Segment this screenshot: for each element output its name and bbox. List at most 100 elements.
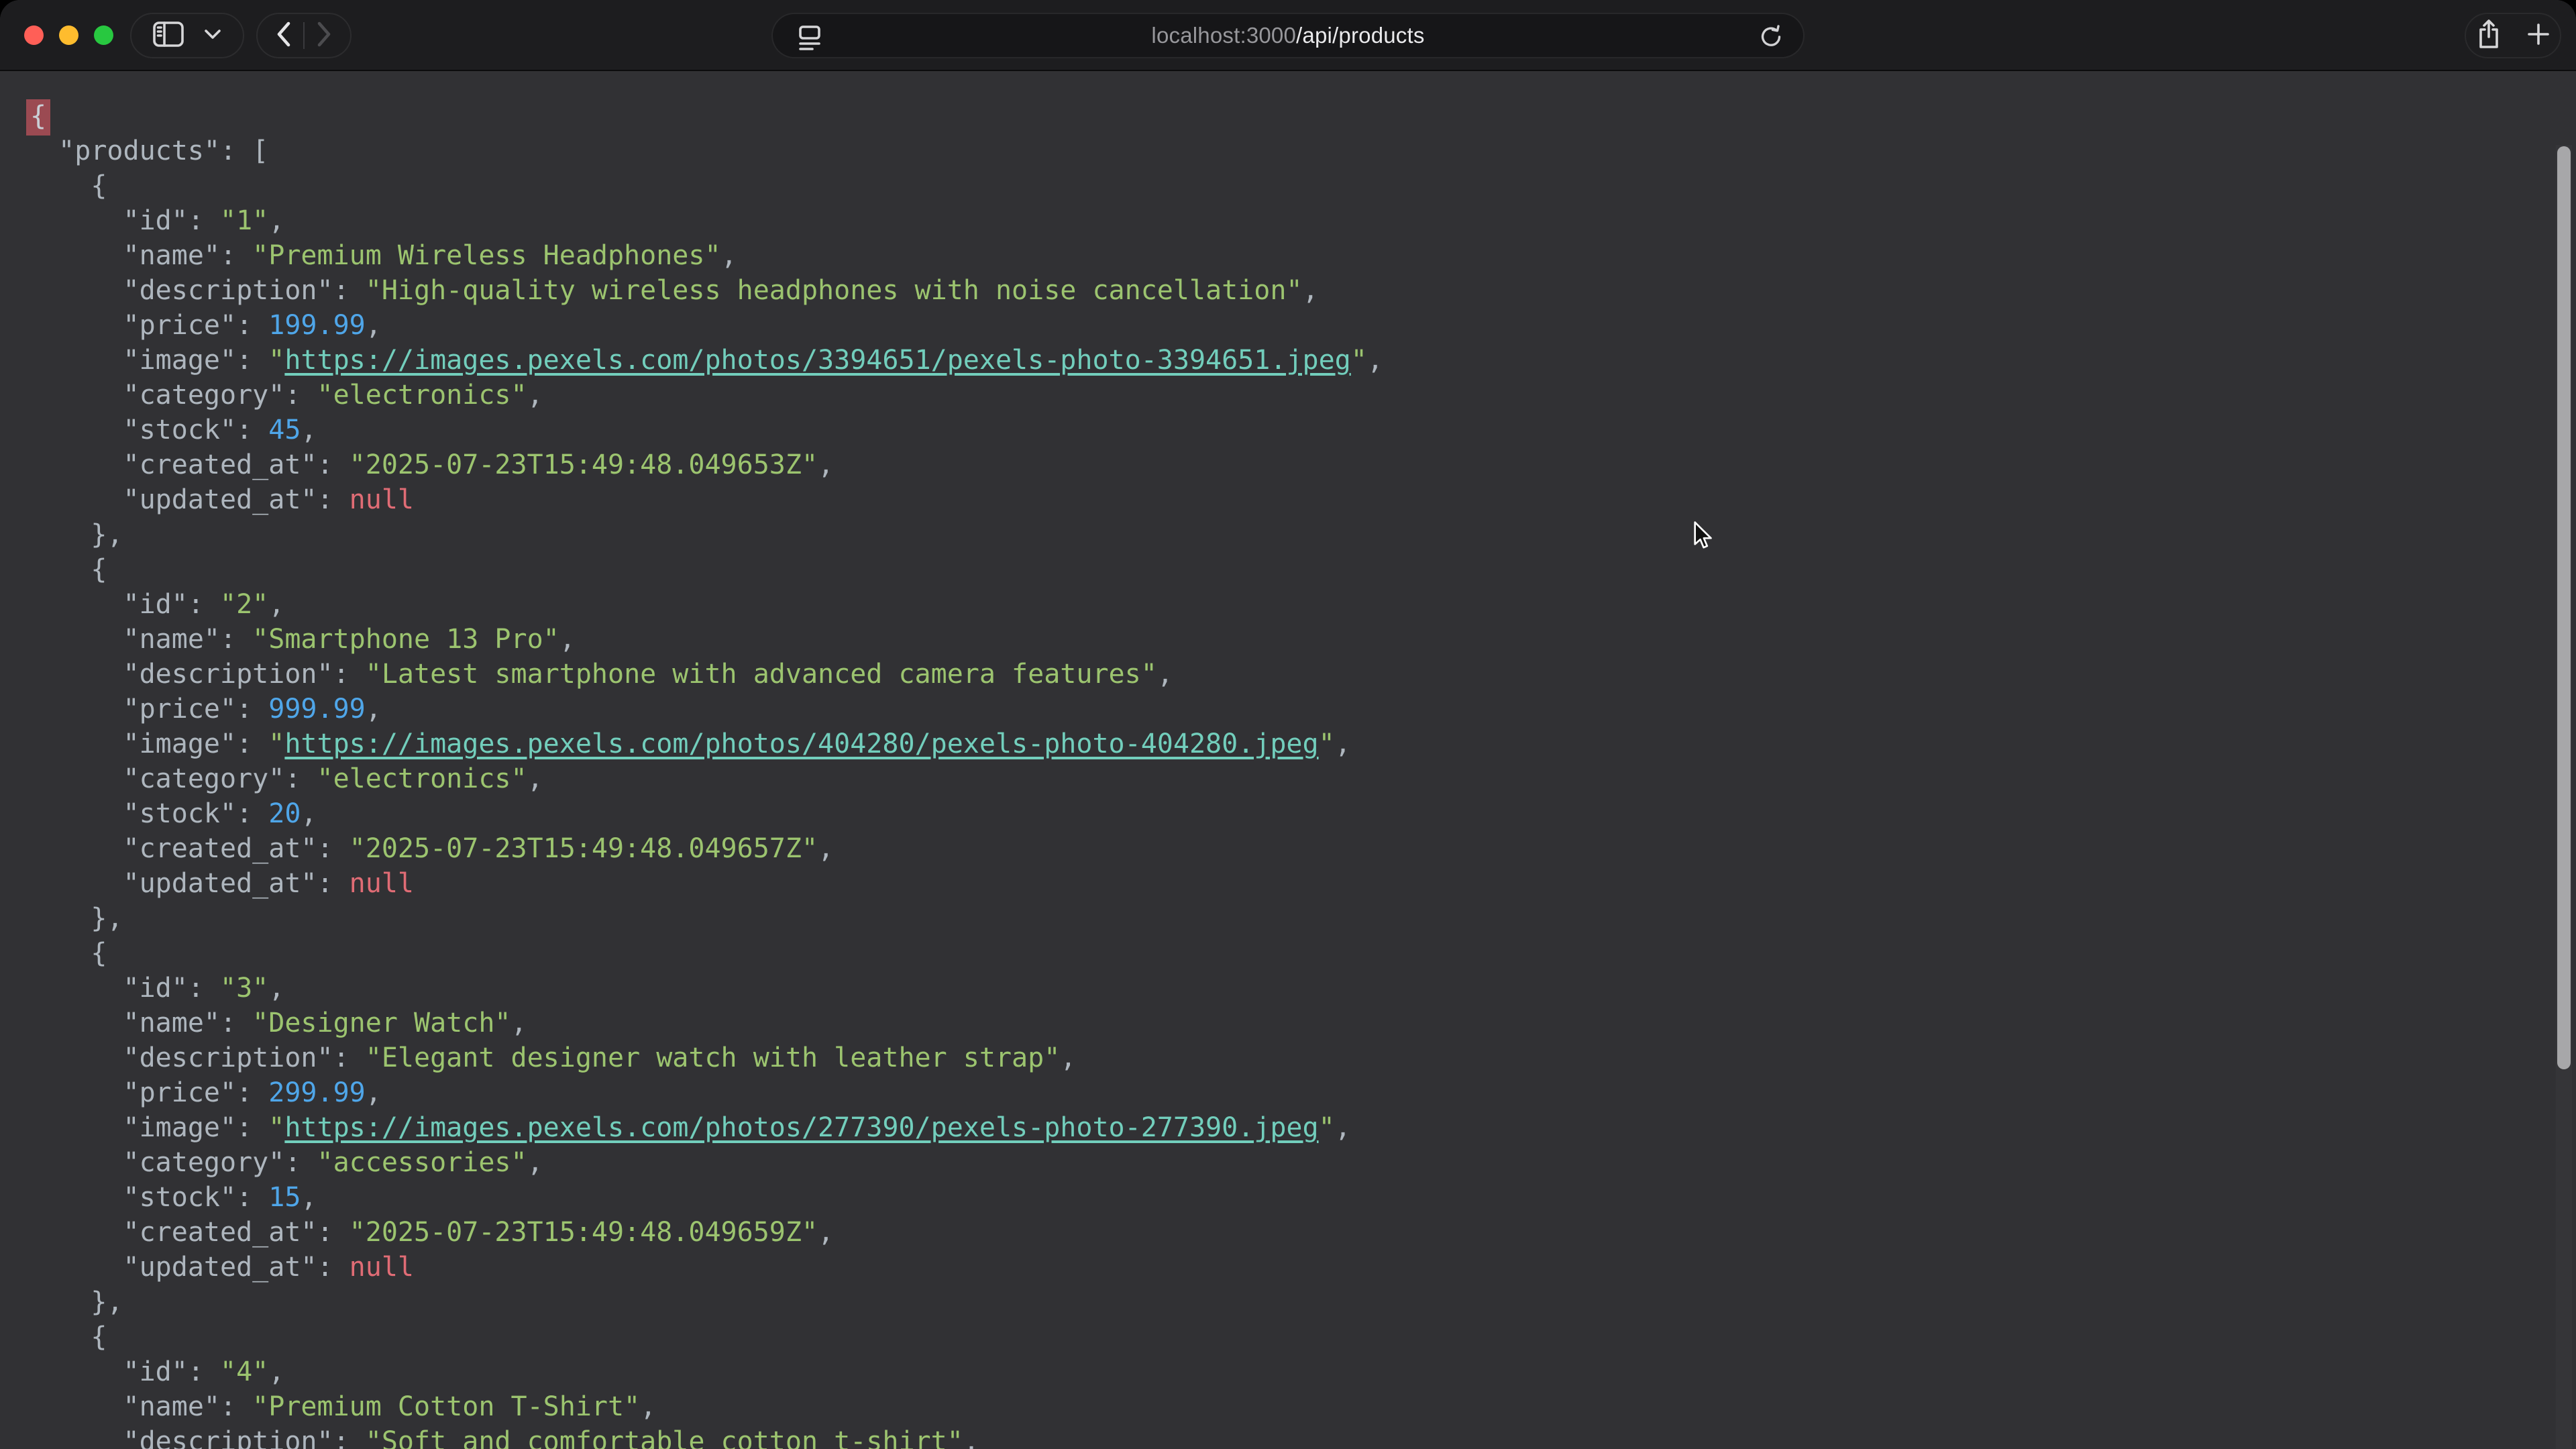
back-icon[interactable] (275, 21, 292, 51)
json-token: : (284, 763, 317, 794)
json-token: , (268, 589, 284, 620)
json-token: , (366, 310, 382, 341)
json-key: "name" (123, 240, 221, 271)
json-key: "created_at" (123, 833, 317, 864)
json-token (26, 275, 123, 306)
sidebar-icon[interactable] (153, 21, 184, 50)
json-string: "Elegant designer watch with leather str… (366, 1042, 1061, 1073)
toolbar: localhost:3000/api/products (0, 0, 2576, 71)
json-token (26, 1217, 123, 1248)
chevron-down-icon[interactable] (204, 29, 221, 43)
json-token (26, 345, 123, 376)
json-token (26, 833, 123, 864)
json-string: "High-quality wireless headphones with n… (366, 275, 1303, 306)
json-string: "2025-07-23T15:49:48.049659Z" (350, 1217, 818, 1248)
json-key: "stock" (123, 415, 237, 445)
toolbar-right-group (2465, 13, 2561, 58)
json-token: : (220, 240, 252, 271)
json-token: : (236, 1077, 268, 1108)
zoom-button[interactable] (94, 25, 113, 45)
json-key: "name" (123, 1391, 221, 1422)
json-key: "id" (123, 1356, 188, 1387)
json-key: "description" (123, 659, 333, 690)
scrollbar-thumb[interactable] (2557, 146, 2571, 1069)
json-key: "stock" (123, 798, 237, 829)
json-token: : (188, 1356, 220, 1387)
image-url-link[interactable]: https://images.pexels.com/photos/277390/… (284, 1112, 1318, 1143)
json-token: " (268, 1112, 284, 1143)
json-key: "id" (123, 205, 188, 236)
share-icon[interactable] (2475, 19, 2502, 53)
close-button[interactable] (24, 25, 44, 45)
json-token: , (301, 798, 317, 829)
json-token: : (236, 345, 268, 376)
json-key: "description" (123, 1426, 333, 1449)
json-token (26, 1391, 123, 1422)
json-token (26, 415, 123, 445)
json-token (26, 624, 123, 655)
json-token: { (26, 554, 107, 585)
json-key: "category" (123, 1147, 285, 1178)
address-bar[interactable]: localhost:3000/api/products (771, 13, 1805, 58)
browser-window: localhost:3000/api/products (0, 0, 2576, 1449)
json-token (26, 1426, 123, 1449)
json-token: " (1319, 1112, 1335, 1143)
new-tab-icon[interactable] (2526, 22, 2551, 50)
json-string: "Latest smartphone with advanced camera … (366, 659, 1157, 690)
json-key: "products" (58, 136, 220, 166)
json-token: : (188, 973, 220, 1004)
json-number: 199.99 (268, 310, 366, 341)
json-token: { (26, 938, 107, 969)
json-token (26, 589, 123, 620)
json-token: }, (26, 903, 123, 934)
json-key: "name" (123, 624, 221, 655)
json-number: 15 (268, 1182, 301, 1213)
forward-icon[interactable] (315, 21, 333, 51)
json-token: , (640, 1391, 656, 1422)
json-null: null (350, 868, 414, 899)
json-token: " (268, 345, 284, 376)
json-token (26, 763, 123, 794)
json-key: "id" (123, 589, 188, 620)
json-key: "updated_at" (123, 484, 317, 515)
json-token: : (284, 380, 317, 411)
json-token: : (317, 833, 349, 864)
json-string: "electronics" (317, 763, 527, 794)
json-string: "Premium Cotton T-Shirt" (252, 1391, 640, 1422)
json-token (26, 484, 123, 515)
json-token: , (1367, 345, 1383, 376)
json-token: { (26, 170, 107, 201)
json-token (26, 380, 123, 411)
json-string: "3" (220, 973, 268, 1004)
json-token: : (236, 729, 268, 759)
open-brace-highlight: { (26, 99, 50, 136)
json-string: "2025-07-23T15:49:48.049653Z" (350, 449, 818, 480)
json-key: "category" (123, 763, 285, 794)
json-number: 299.99 (268, 1077, 366, 1108)
json-string: "Soft and comfortable cotton t-shirt" (366, 1426, 963, 1449)
json-token: , (301, 415, 317, 445)
json-token: : (188, 205, 220, 236)
image-url-link[interactable]: https://images.pexels.com/photos/3394651… (284, 345, 1350, 376)
reload-icon[interactable] (1756, 22, 1786, 55)
image-url-link[interactable]: https://images.pexels.com/photos/404280/… (284, 729, 1318, 759)
json-key: "price" (123, 1077, 237, 1108)
json-token (26, 1112, 123, 1143)
json-number: 999.99 (268, 694, 366, 724)
json-token (26, 868, 123, 899)
json-token (26, 1042, 123, 1073)
minimize-button[interactable] (59, 25, 78, 45)
json-token: , (559, 624, 576, 655)
json-token (26, 1182, 123, 1213)
json-token: : (317, 449, 349, 480)
json-token: : (236, 310, 268, 341)
json-token: : (333, 1042, 366, 1073)
json-token: : (317, 1252, 349, 1283)
json-key: "price" (123, 694, 237, 724)
address-url[interactable]: localhost:3000/api/products (773, 14, 1803, 57)
json-token (26, 1147, 123, 1178)
json-string: "4" (220, 1356, 268, 1387)
json-token: : [ (220, 136, 268, 166)
json-token: : (236, 798, 268, 829)
json-token: , (301, 1182, 317, 1213)
